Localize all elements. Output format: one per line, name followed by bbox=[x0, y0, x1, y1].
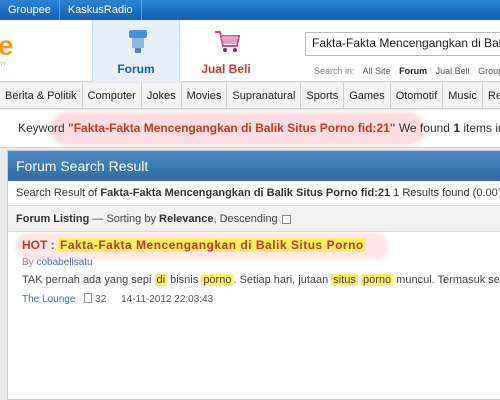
sort-order[interactable]: , Descending bbox=[213, 213, 277, 225]
search-result-panel: Forum Search Result Search Result of Fak… bbox=[7, 150, 500, 400]
shopping-cart-icon bbox=[215, 31, 241, 52]
author-link[interactable]: cobabelisatu bbox=[36, 257, 92, 268]
listing-sort-bar: Forum Listing — Sorting by Relevance, De… bbox=[8, 206, 500, 232]
sort-field[interactable]: Relevance bbox=[159, 213, 213, 225]
category-item[interactable]: Sports bbox=[301, 83, 345, 108]
snippet-text: . Setiap hari, jutaan bbox=[233, 274, 332, 286]
list-item: HOT : Fakta-Fakta Mencengangkan di Balik… bbox=[8, 232, 500, 305]
search-scope-all-site[interactable]: All Site bbox=[363, 66, 391, 76]
tab-forum-label: Forum bbox=[117, 62, 155, 76]
snippet-match: porno bbox=[360, 274, 394, 286]
listing-label: Forum Listing bbox=[16, 213, 90, 225]
result-title[interactable]: Fakta-Fakta Mencengangkan di Balik Situs… bbox=[58, 238, 366, 252]
category-item[interactable]: Jokes bbox=[142, 83, 182, 108]
snippet-match: porno bbox=[201, 274, 234, 286]
category-item[interactable]: Regional bbox=[483, 83, 500, 108]
snippet-text: bisnis bbox=[167, 274, 202, 286]
category-item[interactable]: Music bbox=[443, 83, 483, 108]
snippet-text: muncul. Termasuk semak bbox=[396, 274, 500, 286]
summary-suffix: 1 Results found (0.0070 bbox=[390, 187, 500, 199]
search-scope: Search in: All Site Forum Jual Beli Grou… bbox=[314, 66, 500, 76]
search-input[interactable]: Fakta-Fakta Mencengangkan di Balik Si bbox=[305, 32, 500, 56]
keyword-mid: We found bbox=[395, 121, 454, 135]
keyword-summary: Keyword "Fakta-Fakta Mencengangkan di Ba… bbox=[0, 110, 500, 148]
post-date: 14-11-2012 22:03:43 bbox=[121, 294, 214, 305]
result-meta: The Lounge 32 14-11-2012 22:03:43 bbox=[22, 293, 500, 305]
result-author-line: By cobabelisatu bbox=[22, 257, 500, 268]
result-title-link[interactable]: HOT : Fakta-Fakta Mencengangkan di Balik… bbox=[22, 238, 500, 252]
sort-checkbox[interactable] bbox=[281, 214, 291, 224]
keyword-suffix: items in forum disc bbox=[463, 121, 500, 135]
category-bar: Berita & Politik Computer Jokes Movies S… bbox=[0, 83, 500, 109]
search-scope-groupee[interactable]: Groupee bbox=[478, 66, 500, 76]
search-scope-forum[interactable]: Forum bbox=[399, 66, 427, 76]
panel-title: Forum Search Result bbox=[8, 151, 500, 181]
result-snippet: TAK pernah ada yang sepi di bisnis porno… bbox=[22, 274, 500, 286]
result-summary: Search Result of Fakta-Fakta Mencengangk… bbox=[8, 181, 500, 206]
snippet-match: di bbox=[154, 274, 168, 286]
replies-icon bbox=[84, 293, 93, 303]
reply-count: 32 bbox=[95, 294, 107, 305]
topbar-link-groupee[interactable]: Groupee bbox=[0, 0, 60, 20]
category-item[interactable]: Games bbox=[344, 83, 391, 108]
keyword-text: "Fakta-Fakta Mencengangkan di Balik Situ… bbox=[68, 121, 396, 135]
category-item[interactable]: Otomotif bbox=[391, 83, 444, 108]
category-item[interactable]: Movies bbox=[182, 83, 228, 108]
snippet-match: situs bbox=[331, 274, 358, 286]
forum-link[interactable]: The Lounge bbox=[22, 294, 75, 305]
listing-mid: — Sorting by bbox=[89, 213, 160, 225]
search-scope-jual-beli[interactable]: Jual Beli bbox=[436, 66, 470, 76]
topbar-link-kaskusradio[interactable]: KaskusRadio bbox=[60, 0, 142, 20]
forum-icon bbox=[129, 30, 147, 53]
result-count: 1 bbox=[453, 121, 460, 135]
by-label: By bbox=[22, 257, 37, 268]
hot-label: HOT : bbox=[22, 238, 58, 252]
tab-forum[interactable]: Forum bbox=[92, 20, 180, 82]
tab-jual-beli[interactable]: Jual Beli bbox=[182, 20, 270, 82]
search-in-label: Search in: bbox=[314, 66, 355, 76]
summary-prefix: Search Result of bbox=[16, 187, 101, 199]
snippet-text: TAK pernah ada yang sepi bbox=[22, 274, 155, 286]
keyword-prefix: Keyword bbox=[18, 121, 69, 135]
tab-jual-beli-label: Jual Beli bbox=[201, 62, 251, 76]
category-item[interactable]: Berita & Politik bbox=[0, 83, 83, 108]
category-item[interactable]: Supranatural bbox=[227, 83, 302, 108]
category-item[interactable]: Computer bbox=[83, 83, 142, 108]
summary-query: Fakta-Fakta Mencengangkan di Balik Situs… bbox=[100, 187, 391, 199]
header: e TY Forum Jual Beli Fakta-Fakta Menceng… bbox=[0, 20, 500, 82]
top-bar: Groupee KaskusRadio bbox=[0, 0, 500, 20]
site-logo[interactable]: e TY bbox=[0, 30, 24, 68]
